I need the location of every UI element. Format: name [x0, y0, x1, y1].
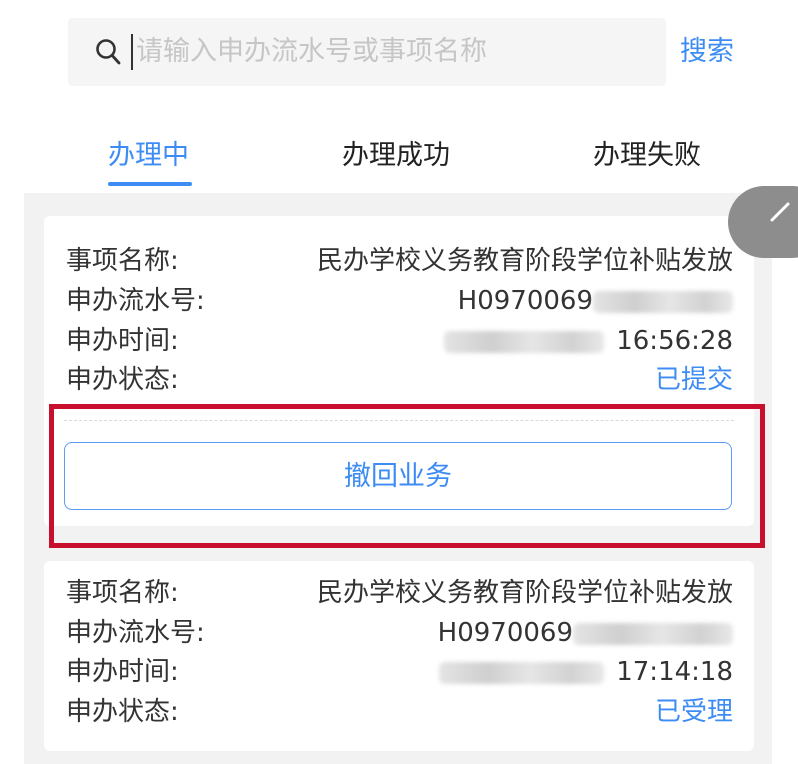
apply-time-value: 16:56:28: [444, 323, 733, 359]
status-value: 已受理: [654, 697, 733, 727]
text-cursor: [131, 34, 133, 70]
serial-no-value: H0970069: [438, 615, 733, 651]
tab-failed[interactable]: 办理失败: [593, 136, 701, 176]
search-icon: [96, 39, 121, 65]
serial-no-text: H0970069: [437, 618, 573, 648]
item-name-value: 民办学校义务教育阶段学位补贴发放: [316, 246, 733, 276]
serial-no-label: 申办流水号:: [66, 618, 205, 648]
redacted-date: [439, 661, 605, 684]
active-tab-indicator: [108, 182, 192, 186]
item-name-value: 民办学校义务教育阶段学位补贴发放: [316, 578, 733, 608]
status-label: 申办状态:: [66, 697, 179, 727]
apply-time-label: 申办时间:: [66, 657, 179, 687]
apply-time-text: 16:56:28: [616, 326, 733, 356]
scroll-top-button[interactable]: [728, 186, 798, 258]
redacted-serial-suffix: [593, 290, 733, 313]
serial-no-text: H0970069: [457, 286, 593, 316]
apply-time-label: 申办时间:: [66, 326, 179, 356]
status-label: 申办状态:: [66, 365, 179, 395]
item-name-label: 事项名称:: [66, 578, 179, 608]
redacted-date: [444, 330, 605, 353]
tab-success[interactable]: 办理成功: [342, 136, 450, 176]
status-value: 已提交: [654, 365, 733, 395]
search-button[interactable]: 搜索: [680, 34, 734, 70]
serial-no-label: 申办流水号:: [66, 286, 205, 316]
item-name-label: 事项名称:: [66, 246, 179, 276]
apply-time-text: 17:14:18: [616, 657, 733, 687]
search-input[interactable]: [136, 28, 636, 74]
serial-no-value: H0970069: [458, 283, 733, 319]
arrow-icon: [770, 202, 790, 222]
apply-time-value: 17:14:18: [439, 654, 733, 690]
highlight-box: [49, 404, 765, 548]
tab-in-progress[interactable]: 办理中: [108, 136, 189, 176]
redacted-serial-suffix: [573, 622, 733, 645]
